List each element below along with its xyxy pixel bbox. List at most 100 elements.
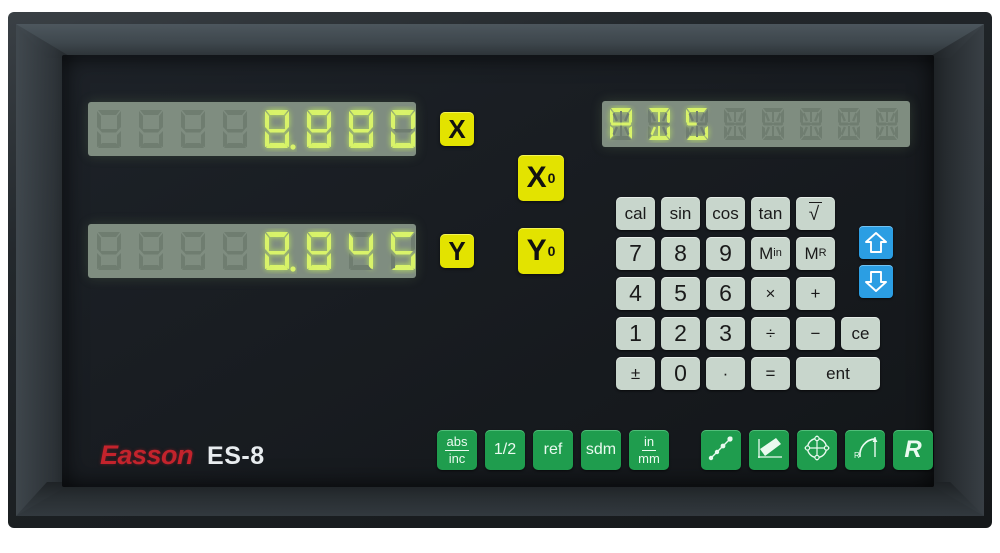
x-axis-display xyxy=(88,102,416,156)
function-key-slant-machining[interactable] xyxy=(749,430,789,470)
fn-key-label: sdm xyxy=(585,440,617,458)
brand-area: Easson ES-8 xyxy=(100,440,265,471)
y-zero-button[interactable]: Y0 xyxy=(518,228,564,274)
fourteen-segment-char xyxy=(603,105,639,143)
seven-segment-digit xyxy=(257,106,297,152)
y-zero-label: Y xyxy=(526,234,547,267)
keypad-key-2[interactable]: 2 xyxy=(661,317,700,350)
function-key-half[interactable]: 1/2 xyxy=(485,430,525,470)
key-label: ÷ xyxy=(765,323,776,343)
circle-of-holes-icon xyxy=(802,433,832,467)
fourteen-segment-char xyxy=(679,105,715,143)
model-name: ES-8 xyxy=(207,442,265,470)
bezel-right-edge xyxy=(930,24,984,516)
key-label: sin xyxy=(669,203,692,223)
keypad-key-0[interactable]: 0 xyxy=(661,357,700,390)
keypad-key-equals[interactable]: = xyxy=(751,357,790,390)
function-key-arc-radius[interactable]: R xyxy=(845,430,885,470)
keypad-key-minus[interactable]: − xyxy=(796,317,835,350)
keypad-key-3[interactable]: 3 xyxy=(706,317,745,350)
keypad-key-enter[interactable]: ent xyxy=(796,357,880,390)
seven-segment-digit xyxy=(173,228,213,274)
up-arrow-button[interactable] xyxy=(859,226,893,259)
key-label: ent xyxy=(826,363,850,383)
x-axis-label-text: X xyxy=(448,113,466,144)
keypad-key-sin[interactable]: sin xyxy=(661,197,700,230)
function-key-abs-inc[interactable]: abs inc xyxy=(437,430,477,470)
function-key-ref[interactable]: ref xyxy=(533,430,573,470)
x-axis-label-key[interactable]: X xyxy=(440,112,474,146)
function-key-sdm[interactable]: sdm xyxy=(581,430,621,470)
key-label: = xyxy=(765,363,776,383)
key-subscript: in xyxy=(773,247,782,259)
keypad-key-4[interactable]: 4 xyxy=(616,277,655,310)
seven-segment-digit xyxy=(89,228,129,274)
fourteen-segment-char xyxy=(793,105,829,143)
key-subscript: R xyxy=(818,247,827,259)
key-label: cos xyxy=(712,203,739,223)
keypad-key-memory-recall[interactable]: MR xyxy=(796,237,835,270)
function-key-linear-hole-pattern[interactable] xyxy=(701,430,741,470)
keypad-key-cal[interactable]: cal xyxy=(616,197,655,230)
fn-key-bottom: mm xyxy=(638,450,660,466)
key-label: 6 xyxy=(719,280,732,306)
key-label: 2 xyxy=(674,320,687,346)
keypad-key-plus-minus[interactable]: ± xyxy=(616,357,655,390)
fourteen-segment-char xyxy=(717,105,753,143)
seven-segment-digit xyxy=(215,106,255,152)
keypad-key-sqrt[interactable]: √ xyxy=(796,197,835,230)
key-label: · xyxy=(722,363,729,383)
function-key-in-mm[interactable]: in mm xyxy=(629,430,669,470)
fn-key-bottom: inc xyxy=(448,450,466,466)
key-label: M xyxy=(804,243,819,263)
bezel-top-edge xyxy=(16,24,984,58)
y-axis-display xyxy=(88,224,416,278)
seven-segment-digit xyxy=(341,228,381,274)
keypad-key-1[interactable]: 1 xyxy=(616,317,655,350)
keypad-key-decimal-point[interactable]: · xyxy=(706,357,745,390)
x-zero-label: X xyxy=(526,161,547,194)
arrow-up-icon xyxy=(865,232,887,253)
keypad-key-9[interactable]: 9 xyxy=(706,237,745,270)
fn-key-label: 1/2 xyxy=(493,440,517,458)
keypad-key-divide[interactable]: ÷ xyxy=(751,317,790,350)
fn-key-top: abs xyxy=(444,433,470,451)
fourteen-segment-char xyxy=(641,105,677,143)
x-zero-button[interactable]: X0 xyxy=(518,155,564,201)
keypad-key-cos[interactable]: cos xyxy=(706,197,745,230)
keypad-key-8[interactable]: 8 xyxy=(661,237,700,270)
x-zero-subscript: 0 xyxy=(547,170,556,186)
key-label: 8 xyxy=(674,240,687,266)
arc-radius-icon: R xyxy=(850,433,880,467)
dro-device: X Y X0 Y0 cal sin cos tan √ 7 8 9 Min M R 4 5 6 × +1 2 3 ÷… xyxy=(0,0,1000,553)
keypad-key-plus[interactable]: + xyxy=(796,277,835,310)
y-axis-label-key[interactable]: Y xyxy=(440,234,474,268)
keypad-key-multiply[interactable]: × xyxy=(751,277,790,310)
keypad-key-memory-in[interactable]: Min xyxy=(751,237,790,270)
key-label: 3 xyxy=(719,320,732,346)
key-label: 1 xyxy=(629,320,642,346)
key-label: 5 xyxy=(674,280,687,306)
seven-segment-digit xyxy=(383,106,416,152)
key-label: 4 xyxy=(629,280,642,306)
keypad-key-5[interactable]: 5 xyxy=(661,277,700,310)
key-label: − xyxy=(810,323,821,343)
function-key-bolt-hole-circle[interactable] xyxy=(797,430,837,470)
key-label: ce xyxy=(851,323,870,343)
fn-key-label: ref xyxy=(543,440,563,458)
fourteen-segment-char xyxy=(869,105,905,143)
key-label: ± xyxy=(630,363,641,383)
keypad-key-7[interactable]: 7 xyxy=(616,237,655,270)
keypad-key-clear-entry[interactable]: ce xyxy=(841,317,880,350)
function-key-radius-r[interactable]: R xyxy=(893,430,933,470)
line-of-holes-icon xyxy=(706,433,736,467)
bezel-bottom-edge xyxy=(16,482,984,516)
down-arrow-button[interactable] xyxy=(859,265,893,298)
key-label: 0 xyxy=(674,360,687,386)
arrow-down-icon xyxy=(865,271,887,292)
seven-segment-digit xyxy=(131,106,171,152)
status-display xyxy=(602,101,910,147)
fourteen-segment-char xyxy=(831,105,867,143)
keypad-key-tan[interactable]: tan xyxy=(751,197,790,230)
keypad-key-6[interactable]: 6 xyxy=(706,277,745,310)
